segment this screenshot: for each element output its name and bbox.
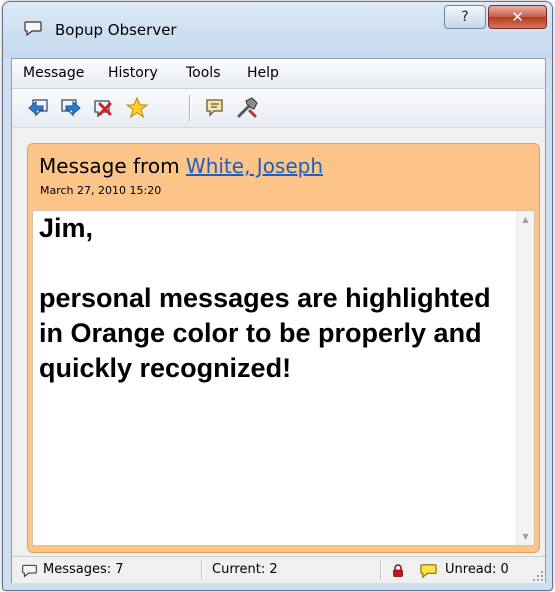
next-message-icon[interactable]	[57, 95, 83, 121]
message-from-label: Message from	[39, 154, 186, 178]
message-header: Message from White, Joseph	[39, 154, 323, 178]
menu-message[interactable]: Message	[23, 65, 84, 81]
menu-history[interactable]: History	[108, 65, 158, 81]
previous-message-icon[interactable]	[26, 95, 52, 121]
status-bar: Messages: 7 Current: 2 Unread: 0	[12, 556, 545, 583]
tools-icon[interactable]	[234, 95, 260, 121]
status-divider	[201, 560, 202, 580]
send-message-icon[interactable]	[202, 95, 228, 121]
scroll-up-arrow-icon[interactable]: ▲	[517, 211, 534, 228]
menu-bar: Message History Tools Help	[12, 59, 545, 89]
app-icon	[24, 21, 42, 37]
menu-tools[interactable]: Tools	[186, 65, 221, 81]
message-body[interactable]: Jim, personal messages are highlighted i…	[32, 210, 535, 546]
favorite-star-icon[interactable]	[124, 95, 150, 121]
lock-icon	[393, 564, 403, 577]
delete-message-icon[interactable]	[90, 95, 116, 121]
app-window: Bopup Observer ? ✕ Message History Tools…	[2, 1, 553, 591]
unread-count: Unread: 0	[445, 562, 509, 577]
message-text: Jim, personal messages are highlighted i…	[39, 213, 491, 383]
help-button[interactable]: ?	[444, 5, 486, 29]
vertical-scrollbar[interactable]: ▲ ▼	[516, 211, 534, 545]
sender-link[interactable]: White, Joseph	[186, 154, 323, 178]
messages-icon	[22, 564, 37, 578]
scroll-down-arrow-icon[interactable]: ▼	[517, 528, 534, 545]
message-panel: Message from White, Joseph March 27, 201…	[27, 143, 540, 553]
toolbar	[12, 89, 545, 128]
messages-count: Messages: 7	[43, 562, 124, 577]
menu-help[interactable]: Help	[247, 65, 279, 81]
window-title: Bopup Observer	[55, 21, 177, 39]
title-bar[interactable]: Bopup Observer ? ✕	[3, 2, 552, 58]
toolbar-separator	[189, 95, 190, 121]
status-divider	[380, 560, 381, 580]
current-index: Current: 2	[212, 562, 278, 577]
resize-grip-icon[interactable]	[533, 571, 543, 581]
close-button[interactable]: ✕	[488, 5, 547, 29]
client-area: Message History Tools Help Message from …	[11, 58, 546, 583]
message-date: March 27, 2010 15:20	[40, 184, 162, 197]
unread-icon	[420, 564, 437, 579]
